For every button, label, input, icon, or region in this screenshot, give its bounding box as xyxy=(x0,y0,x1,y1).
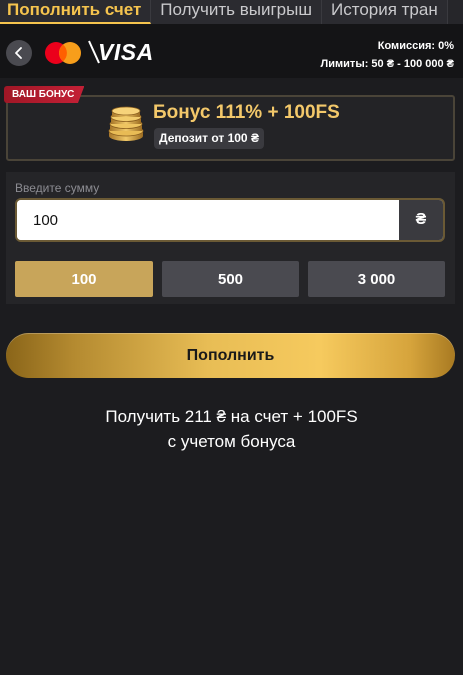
bonus-badge: ВАШ БОНУС xyxy=(4,86,85,103)
amount-field: ₴ xyxy=(15,198,445,242)
coins-icon xyxy=(108,106,144,141)
receive-line-2: с учетом бонуса xyxy=(167,432,296,451)
back-button[interactable] xyxy=(6,40,32,66)
tab-withdraw[interactable]: Получить выигрыш xyxy=(151,0,322,24)
fee-info: Комиссия: 0% Лимиты: 50 ₴ - 100 000 ₴ xyxy=(321,37,454,73)
chevron-left-icon xyxy=(15,47,22,59)
quick-amount-100[interactable]: 100 xyxy=(15,261,153,297)
visa-logo: VISA xyxy=(98,39,154,65)
tab-bar: Пополнить счет Получить выигрыш История … xyxy=(0,0,463,24)
bonus-title: Бонус 111% + 100FS xyxy=(153,102,340,123)
payment-header: VISA Комиссия: 0% Лимиты: 50 ₴ - 100 000… xyxy=(0,24,463,78)
amount-input[interactable] xyxy=(17,200,401,240)
quick-amount-500[interactable]: 500 xyxy=(162,261,299,297)
tab-history[interactable]: История тран xyxy=(322,0,448,24)
deposit-button[interactable]: Пополнить xyxy=(6,333,455,378)
bonus-min-deposit: Депозит от 100 ₴ xyxy=(154,128,264,149)
currency-hryvnia-button[interactable]: ₴ xyxy=(399,200,443,240)
mastercard-logo-icon xyxy=(45,42,81,64)
commission-text: Комиссия: 0% xyxy=(377,40,454,52)
quick-amount-3000[interactable]: 3 000 xyxy=(308,261,445,297)
tab-deposit[interactable]: Пополнить счет xyxy=(0,0,152,24)
limits-text: Лимиты: 50 ₴ - 100 000 ₴ xyxy=(320,58,454,70)
receive-line-1: Получить 211 ₴ на счет + 100FS xyxy=(105,407,358,426)
receive-summary: Получить 211 ₴ на счет + 100FS с учетом … xyxy=(0,404,463,454)
amount-label: Введите сумму xyxy=(15,181,100,195)
